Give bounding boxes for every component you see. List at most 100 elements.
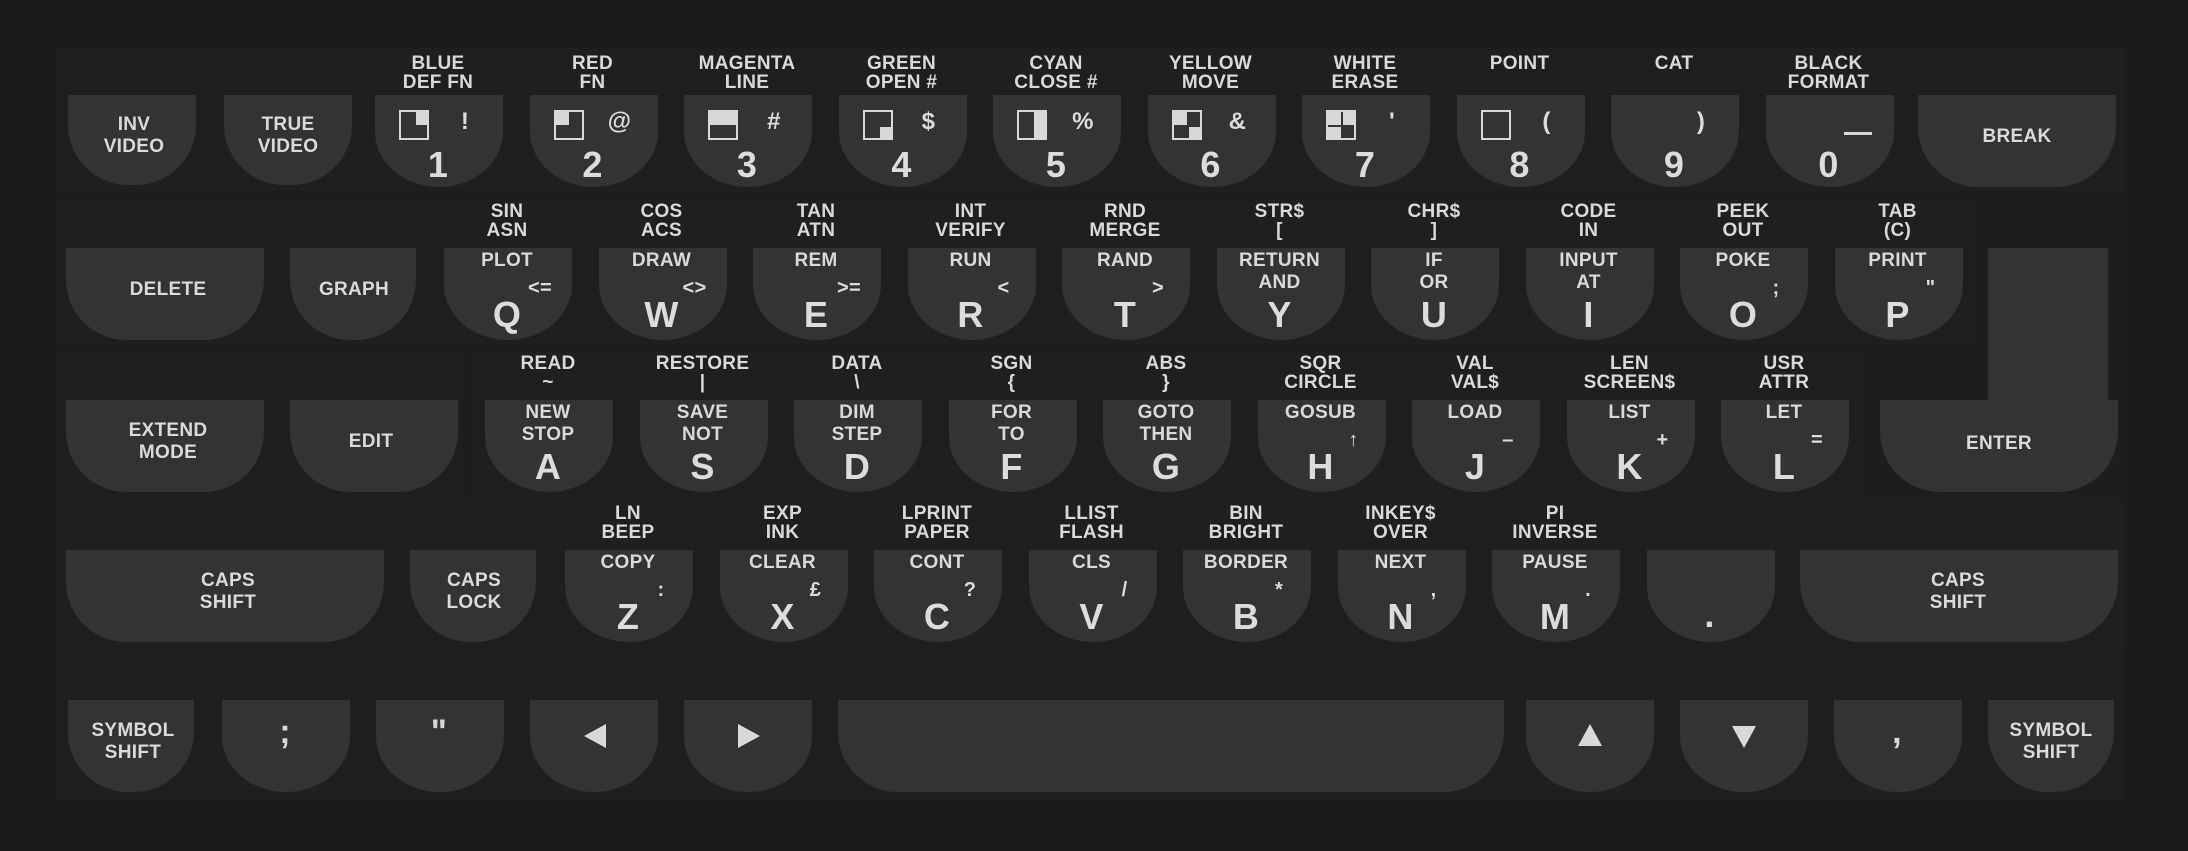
letter-key-t[interactable]: RND MERGE RAND > T: [1050, 200, 1200, 345]
keyword-label: TO: [998, 424, 1025, 445]
above-label: ]: [1430, 220, 1438, 241]
keyword-label: NEW: [525, 402, 571, 423]
symbol-label: :: [657, 579, 665, 601]
inv-video-key[interactable]: INV VIDEO: [60, 50, 208, 190]
quote-key[interactable]: ": [364, 652, 514, 797]
above-label: \: [854, 372, 860, 393]
letter-key-z[interactable]: LN BEEP COPY: Z: [553, 502, 703, 647]
above-label: MERGE: [1089, 220, 1161, 241]
letter-key-c[interactable]: LPRINT PAPER CONT? C: [862, 502, 1012, 647]
right-arrow-key[interactable]: [672, 652, 822, 797]
letter-label: F: [1000, 446, 1023, 487]
above-label: OVER: [1372, 522, 1429, 543]
symbol-label: –: [1502, 429, 1514, 451]
letter-key-b[interactable]: BIN BRIGHT BORDER * B: [1171, 502, 1321, 647]
letter-key-a[interactable]: READ ~ NEW STOP A: [473, 352, 623, 497]
digit-key-5[interactable]: CYAN CLOSE #% 5: [981, 50, 1131, 190]
digit-key-3[interactable]: MAGENTA LINE #3: [672, 50, 822, 190]
digit-key-0[interactable]: BLACK FORMAT 0: [1753, 50, 1904, 190]
above-label: SGN: [990, 353, 1033, 374]
digit-key-2[interactable]: RED FN @2: [517, 50, 668, 190]
keyword-label: NEXT: [1374, 552, 1427, 573]
enter-key-cap-top: [1988, 248, 2108, 408]
symbol-label: <: [997, 277, 1010, 299]
comma-key[interactable]: ,: [1822, 652, 1972, 797]
symbol-label: ': [1388, 108, 1395, 135]
break-key[interactable]: BREAK: [1908, 50, 2126, 190]
letter-key-r[interactable]: INT VERIFY RUN < R: [895, 200, 1046, 345]
letter-key-i[interactable]: CODE IN INPUT AT I: [1513, 200, 1664, 345]
edit-key[interactable]: EDIT: [282, 352, 460, 497]
letter-key-o[interactable]: PEEK OUT POKE; O: [1668, 200, 1818, 345]
enter-key[interactable]: ENTER: [1880, 200, 2126, 500]
above-label: PEEK: [1716, 201, 1770, 222]
triangle-down-icon: [1732, 726, 1756, 748]
letter-key-n[interactable]: INKEY$ OVER NEXT, N: [1325, 502, 1476, 647]
down-arrow-key[interactable]: [1668, 652, 1818, 797]
letter-key-q[interactable]: SIN ASN PLOT <= Q: [432, 200, 582, 345]
letter-key-u[interactable]: CHR$] IF OR U: [1359, 200, 1509, 345]
digit-key-9[interactable]: CAT) 9: [1599, 50, 1749, 190]
keyword-label: DRAW: [631, 250, 692, 271]
extend-mode-key[interactable]: EXTEND MODE: [60, 352, 276, 497]
graph-key[interactable]: GRAPH: [282, 200, 426, 345]
above-label: MOVE: [1181, 72, 1240, 93]
caps-shift-left-key[interactable]: CAPS SHIFT: [60, 502, 396, 647]
caps-lock-key-label: LOCK: [446, 592, 502, 613]
keyword-label: CLS: [1072, 552, 1111, 573]
above-label: YELLOW: [1168, 53, 1253, 74]
symbol-label: ?: [963, 579, 977, 601]
above-label: PI: [1545, 503, 1565, 524]
letter-key-e[interactable]: TAN ATN REM >= E: [741, 200, 891, 345]
true-video-key[interactable]: TRUE VIDEO: [214, 50, 362, 190]
semicolon-key[interactable]: ;: [210, 652, 360, 797]
letter-key-m[interactable]: PI INVERSE PAUSE. M: [1480, 502, 1630, 647]
dot-key[interactable]: .: [1634, 502, 1785, 647]
digit-key-1[interactable]: BLUE DEF FN! 1: [363, 50, 513, 190]
letter-key-v[interactable]: LLIST FLASH CLS / V: [1016, 502, 1167, 647]
left-arrow-key[interactable]: [518, 652, 668, 797]
letter-key-w[interactable]: COS ACS DRAW <> W: [586, 200, 737, 345]
keyword-label: LIST: [1608, 402, 1651, 423]
above-label: [: [1276, 220, 1283, 241]
caps-shift-left-key-label: CAPS: [201, 570, 255, 591]
above-label: VAL$: [1450, 372, 1500, 393]
space-bar[interactable]: [826, 652, 1516, 797]
digit-label: 2: [582, 144, 603, 185]
digit-key-8[interactable]: POINT (8: [1444, 50, 1595, 190]
keyword-label: BORDER: [1203, 552, 1289, 573]
up-arrow-key[interactable]: [1514, 652, 1664, 797]
letter-key-x[interactable]: EXP INK CLEAR £ X: [707, 502, 858, 647]
above-label: INKEY$: [1365, 503, 1436, 524]
letter-key-g[interactable]: ABS} GOTO THEN G: [1091, 352, 1241, 497]
above-label: BIN: [1229, 503, 1263, 524]
glyph-fill: [1034, 112, 1047, 140]
letter-key-k[interactable]: LEN SCREEN$ LIST + K: [1554, 352, 1705, 497]
symbol-shift-left-key[interactable]: SYMBOL SHIFT: [60, 652, 206, 797]
digit-key-6[interactable]: YELLOW MOVE & 6: [1135, 50, 1286, 190]
caps-shift-right-key[interactable]: CAPS SHIFT: [1790, 502, 2126, 647]
letter-key-s[interactable]: RESTORE | SAVE NOT S: [627, 352, 778, 497]
symbol-shift-right-key[interactable]: SYMBOL SHIFT: [1978, 652, 2124, 797]
keyword-label: PAUSE: [1522, 552, 1588, 573]
letter-label: I: [1583, 294, 1594, 335]
letter-key-d[interactable]: DATA \ DIM STEP D: [782, 352, 932, 497]
above-label: IN: [1578, 220, 1599, 241]
letter-key-j[interactable]: VAL VAL$ LOAD – J: [1400, 352, 1550, 497]
glyph-fill: [555, 112, 569, 125]
above-label: BLACK: [1794, 53, 1863, 74]
caps-lock-key[interactable]: CAPS LOCK: [402, 502, 546, 647]
letter-key-y[interactable]: STR$[RETURN AND Y: [1204, 200, 1355, 345]
letter-key-l[interactable]: USR ATTR LET = L: [1709, 352, 1859, 497]
delete-key[interactable]: DELETE: [60, 200, 276, 345]
graph-key-label: GRAPH: [318, 279, 390, 300]
letter-label: E: [803, 294, 829, 335]
symbol-shift-right-key-label: SHIFT: [2022, 742, 2080, 763]
above-label: SCREEN$: [1583, 372, 1676, 393]
letter-key-h[interactable]: SQR CIRCLE GOSUB ↑ H: [1245, 352, 1396, 497]
caps-shift-right-key-label: CAPS: [1931, 570, 1985, 591]
digit-key-4[interactable]: GREEN OPEN # $4: [826, 50, 977, 190]
digit-key-7[interactable]: WHITE ERASE ' 7: [1290, 50, 1440, 190]
edit-key-label: EDIT: [348, 431, 394, 452]
letter-key-f[interactable]: SGN{FOR TO F: [936, 352, 1087, 497]
